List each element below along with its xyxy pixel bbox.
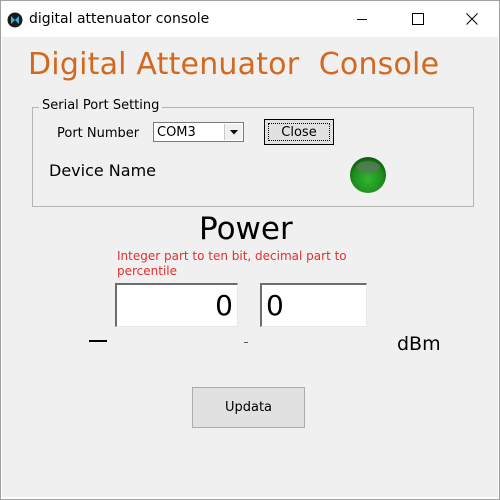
port-number-value: COM3 xyxy=(157,125,196,140)
maximize-icon xyxy=(412,13,424,25)
device-name-label: Device Name xyxy=(49,161,157,180)
serial-port-group-label: Serial Port Setting xyxy=(39,98,163,113)
close-port-label: Close xyxy=(268,123,330,141)
minimize-button[interactable] xyxy=(339,1,385,37)
connection-status-led-icon xyxy=(350,157,386,193)
app-window: digital attenuator console Digital Atten… xyxy=(0,0,500,500)
port-number-select[interactable]: COM3 xyxy=(153,122,244,142)
dropdown-arrow-button[interactable] xyxy=(224,124,242,140)
update-button[interactable]: Updata xyxy=(192,387,305,428)
port-number-label: Port Number xyxy=(57,126,140,141)
close-icon xyxy=(466,13,478,25)
power-decimal-input[interactable] xyxy=(260,283,367,327)
page-heading: Digital Attenuator Console xyxy=(28,47,440,82)
close-window-button[interactable] xyxy=(449,1,495,37)
minimize-icon xyxy=(357,19,367,20)
minus-sign xyxy=(89,340,107,342)
power-hint-text: Integer part to ten bit, decimal part to… xyxy=(117,249,347,278)
power-unit-label: dBm xyxy=(397,333,441,355)
close-port-button[interactable]: Close xyxy=(264,119,334,145)
power-integer-input[interactable] xyxy=(115,283,238,327)
title-bar[interactable]: digital attenuator console xyxy=(1,1,499,37)
window-title: digital attenuator console xyxy=(29,11,210,27)
serial-port-groupbox xyxy=(32,107,474,207)
power-label: Power xyxy=(199,211,293,247)
app-icon xyxy=(7,12,23,28)
decimal-separator xyxy=(244,342,248,343)
chevron-down-icon xyxy=(229,129,238,134)
maximize-button[interactable] xyxy=(395,1,441,37)
